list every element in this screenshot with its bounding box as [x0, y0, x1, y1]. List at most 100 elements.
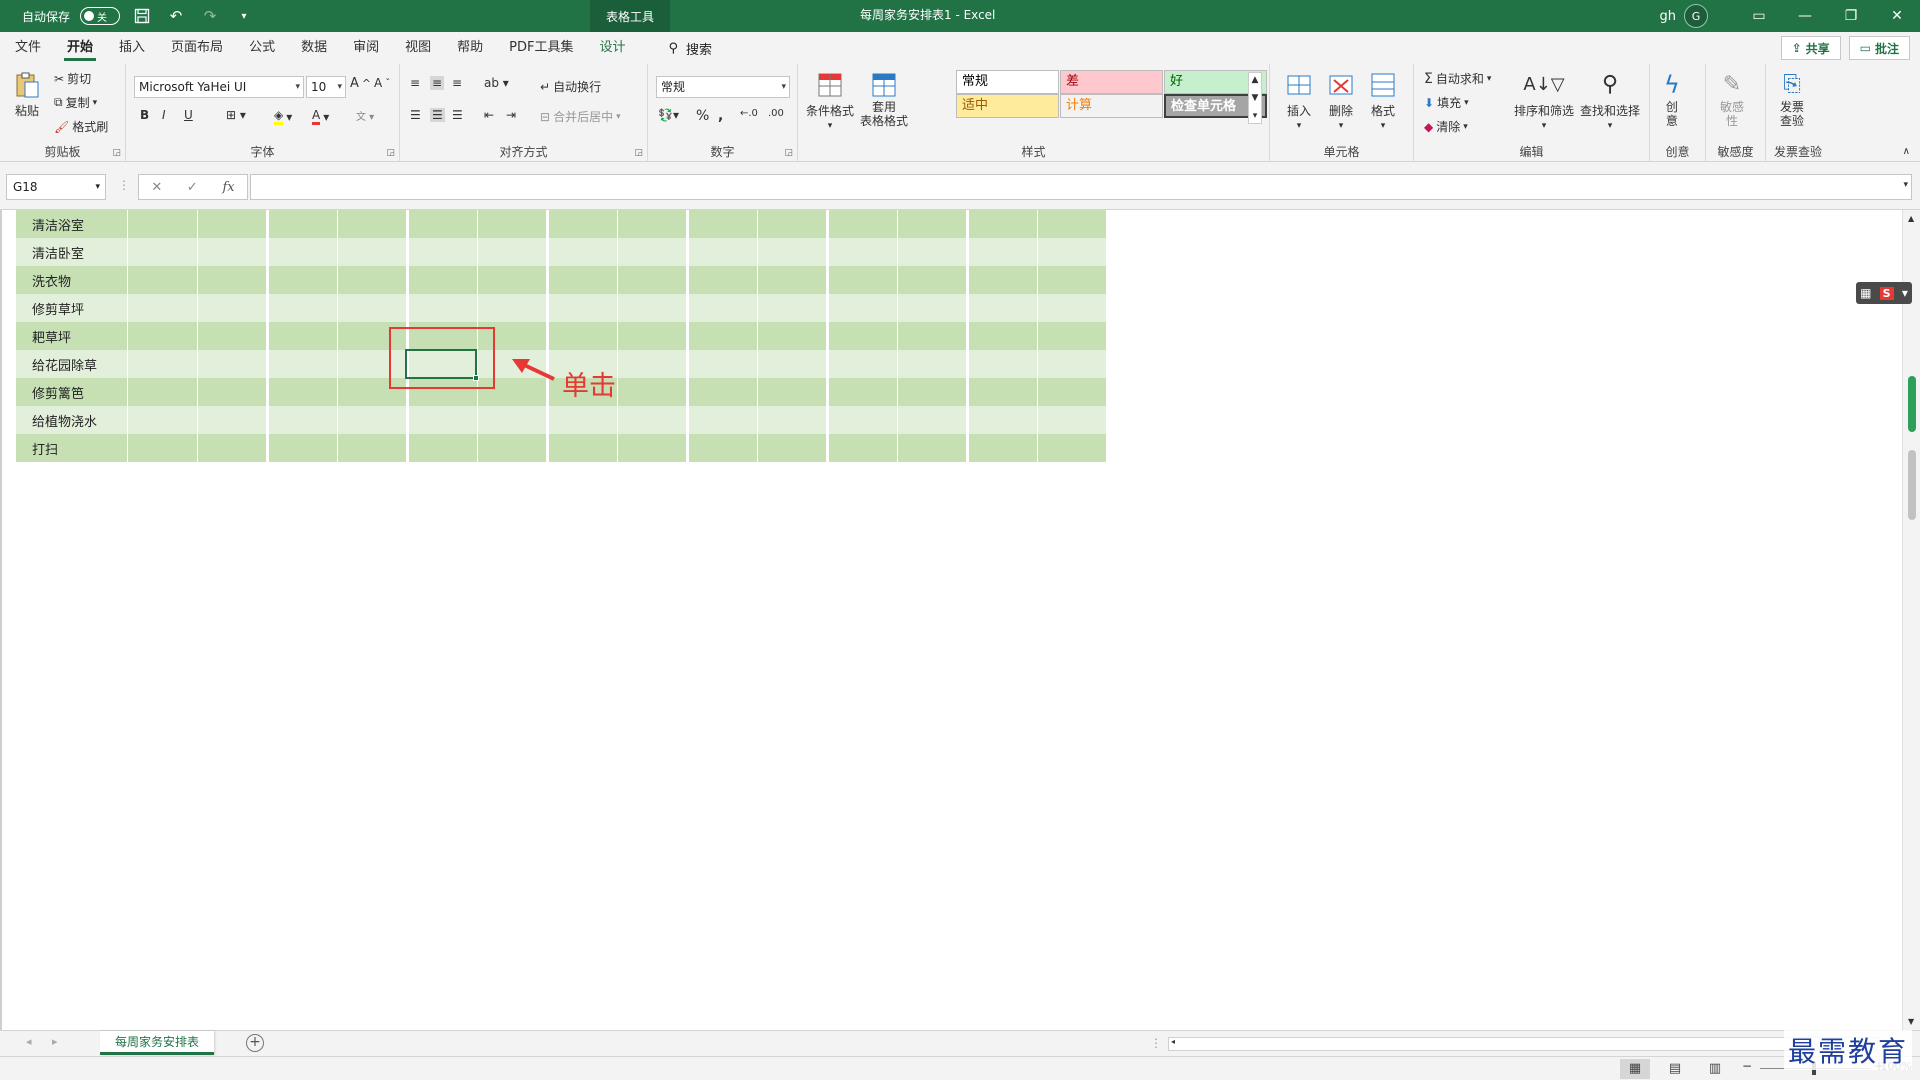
next-sheet-icon[interactable]: ▸ [52, 1035, 58, 1048]
table-cell[interactable] [757, 294, 829, 322]
table-cell[interactable] [267, 238, 338, 266]
table-cell[interactable] [477, 294, 549, 322]
prev-sheet-icon[interactable]: ◂ [26, 1035, 32, 1048]
percent-icon[interactable]: % [696, 108, 709, 124]
tab-page-layout[interactable]: 页面布局 [158, 32, 236, 64]
increase-font-icon[interactable]: A ^ [350, 76, 371, 91]
table-cell[interactable] [1037, 350, 1109, 378]
table-cell[interactable] [337, 294, 409, 322]
bold-button[interactable]: B [140, 108, 149, 122]
confirm-icon[interactable]: ✓ [187, 180, 198, 195]
table-cell[interactable] [197, 350, 269, 378]
table-cell[interactable] [407, 238, 478, 266]
table-cell[interactable] [477, 238, 549, 266]
table-cell[interactable] [407, 406, 478, 434]
scroll-up-icon[interactable]: ▲ [1908, 214, 1914, 223]
table-cell[interactable] [127, 434, 198, 462]
chore-name-cell[interactable]: 给植物浇水 [16, 406, 128, 434]
align-center-icon[interactable]: ☰ [430, 108, 445, 122]
table-cell[interactable] [477, 406, 549, 434]
table-cell[interactable] [547, 266, 618, 294]
tab-home[interactable]: 开始 [54, 32, 106, 64]
table-cell[interactable] [687, 434, 758, 462]
tab-insert[interactable]: 插入 [106, 32, 158, 64]
delete-cells-button[interactable]: 删除 ▾ [1326, 70, 1356, 131]
font-color-icon[interactable]: A ▾ [312, 108, 329, 125]
table-cell[interactable] [267, 210, 338, 238]
worksheet[interactable]: 清洁浴室 清洁卧室 洗衣物 修剪草坪 耙草坪 给花园除草 修剪篱笆 给植物浇水 打扫 [0, 210, 1902, 1030]
phonetic-icon[interactable]: 文 ▾ [356, 108, 374, 123]
scroll-left-icon[interactable]: ◂ [1171, 1037, 1175, 1046]
tab-file[interactable]: 文件 [2, 32, 54, 64]
close-icon[interactable]: ✕ [1874, 0, 1920, 32]
tab-help[interactable]: 帮助 [444, 32, 496, 64]
table-cell[interactable] [197, 378, 269, 406]
share-button[interactable]: ⇪ 共享 [1780, 36, 1841, 60]
table-cell[interactable] [267, 350, 338, 378]
chore-name-cell[interactable]: 清洁浴室 [16, 210, 128, 238]
table-cell[interactable] [827, 322, 898, 350]
table-cell[interactable] [407, 266, 478, 294]
table-cell[interactable] [827, 266, 898, 294]
table-cell[interactable] [757, 266, 829, 294]
table-cell[interactable] [127, 294, 198, 322]
table-cell[interactable] [967, 294, 1038, 322]
table-cell[interactable] [617, 434, 689, 462]
table-cell[interactable] [687, 378, 758, 406]
table-cell[interactable] [687, 294, 758, 322]
cut-button[interactable]: ✂ 剪切 [54, 70, 91, 87]
comma-style-icon[interactable]: , [718, 108, 723, 124]
table-cell[interactable] [897, 210, 969, 238]
table-cell[interactable] [617, 294, 689, 322]
table-cell[interactable] [687, 322, 758, 350]
table-cell[interactable] [547, 406, 618, 434]
align-left-icon[interactable]: ☰ [410, 108, 421, 122]
cell-style-4[interactable]: 计算 [1060, 94, 1163, 118]
increase-decimal-icon[interactable]: ←.0 [740, 108, 758, 119]
table-cell[interactable] [547, 322, 618, 350]
table-cell[interactable] [547, 294, 618, 322]
table-cell[interactable] [127, 322, 198, 350]
customize-toolbar-icon[interactable]: ▾ [232, 4, 256, 28]
table-cell[interactable] [407, 210, 478, 238]
table-cell[interactable] [897, 434, 969, 462]
ribbon-display-icon[interactable]: ▭ [1736, 0, 1782, 32]
table-cell[interactable] [267, 434, 338, 462]
dialog-launcher-icon[interactable]: ◲ [634, 148, 643, 158]
table-cell[interactable] [827, 406, 898, 434]
table-cell[interactable] [197, 266, 269, 294]
name-box[interactable]: G18 ▾ [6, 174, 106, 200]
tab-design[interactable]: 设计 [586, 32, 638, 64]
page-layout-view-icon[interactable]: ▤ [1660, 1059, 1690, 1079]
table-cell[interactable] [337, 238, 409, 266]
table-cell[interactable] [897, 406, 969, 434]
table-cell[interactable] [1037, 406, 1109, 434]
fill-button[interactable]: ⬇ 填充 ▾ [1424, 94, 1469, 111]
table-cell[interactable] [197, 238, 269, 266]
table-cell[interactable] [687, 406, 758, 434]
table-cell[interactable] [827, 434, 898, 462]
creative-button[interactable]: ϟ 创 意 [1664, 70, 1680, 128]
table-cell[interactable] [897, 378, 969, 406]
table-cell[interactable] [617, 350, 689, 378]
table-cell[interactable] [827, 350, 898, 378]
table-cell[interactable] [827, 210, 898, 238]
table-cell[interactable] [337, 210, 409, 238]
align-middle-icon[interactable]: ≡ [430, 76, 445, 90]
table-cell[interactable] [757, 322, 829, 350]
format-as-table-button[interactable]: 套用 表格格式 [860, 70, 908, 128]
table-cell[interactable] [477, 434, 549, 462]
autosave-toggle[interactable]: 关 [80, 7, 121, 25]
chore-name-cell[interactable]: 修剪篱笆 [16, 378, 128, 406]
tab-review[interactable]: 审阅 [340, 32, 392, 64]
align-right-icon[interactable]: ☰ [452, 108, 463, 122]
table-cell[interactable] [687, 210, 758, 238]
table-cell[interactable] [897, 294, 969, 322]
table-cell[interactable] [197, 210, 269, 238]
table-cell[interactable] [757, 238, 829, 266]
sensitivity-button[interactable]: ✎ 敏感 性 [1720, 70, 1744, 128]
underline-button[interactable]: U [184, 108, 193, 122]
table-cell[interactable] [197, 322, 269, 350]
table-cell[interactable] [127, 210, 198, 238]
drag-handle-icon[interactable]: ⋮ [118, 178, 130, 192]
